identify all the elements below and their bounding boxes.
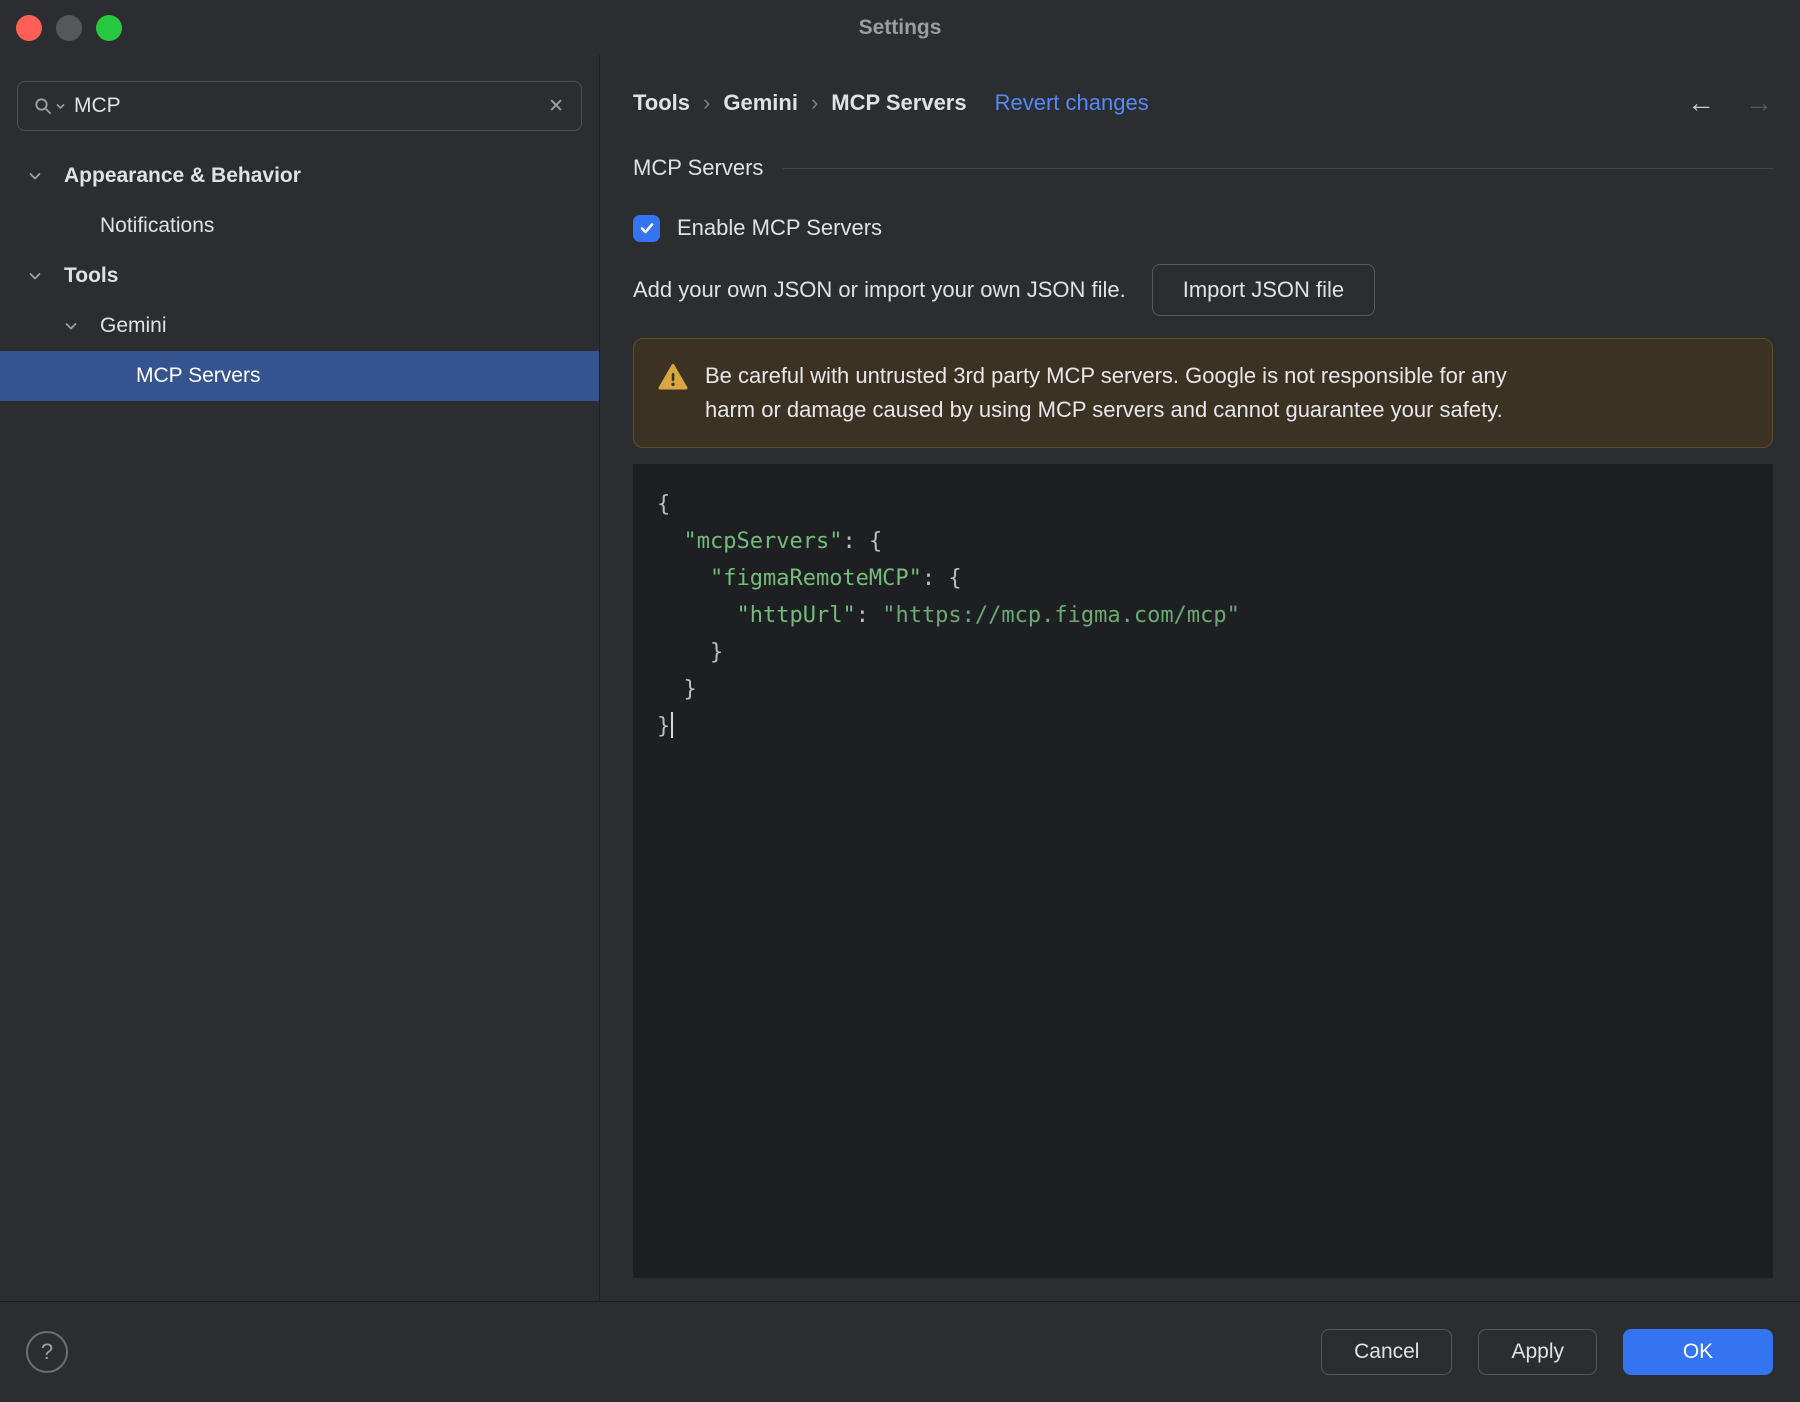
traffic-lights	[16, 0, 122, 55]
tree-item-mcp-servers[interactable]: MCP Servers	[0, 351, 599, 401]
search-box[interactable]: ✕	[17, 81, 582, 131]
code-line: {	[657, 492, 671, 517]
minimize-window-button[interactable]	[56, 14, 82, 41]
tree-item-label: MCP Servers	[136, 364, 261, 387]
warning-text: Be careful with untrusted 3rd party MCP …	[705, 363, 1507, 422]
chevron-down-icon[interactable]	[26, 267, 64, 285]
zoom-window-button[interactable]	[96, 14, 122, 41]
window-title: Settings	[858, 15, 942, 39]
cancel-button[interactable]: Cancel	[1321, 1329, 1453, 1375]
enable-mcp-label[interactable]: Enable MCP Servers	[677, 215, 882, 241]
import-json-button[interactable]: Import JSON file	[1151, 264, 1376, 316]
search-icon[interactable]	[33, 96, 65, 116]
help-button[interactable]: ?	[26, 1331, 68, 1373]
enable-mcp-checkbox[interactable]	[633, 214, 660, 242]
code-line: "figmaRemoteMCP": {	[709, 566, 962, 591]
apply-button[interactable]: Apply	[1478, 1329, 1597, 1375]
breadcrumb-item[interactable]: Gemini	[723, 90, 798, 116]
breadcrumb-item[interactable]: Tools	[633, 90, 690, 116]
chevron-down-icon[interactable]	[26, 167, 64, 185]
tree-item-gemini[interactable]: Gemini	[0, 301, 599, 351]
code-line: }	[657, 708, 1749, 745]
footer-buttons: Cancel Apply OK	[1321, 1329, 1773, 1375]
editor-content: { "mcpServers": { "figmaRemoteMCP": { "h…	[633, 464, 1773, 767]
footer-bar: ? Cancel Apply OK	[0, 1301, 1800, 1402]
history-nav: ← →	[1687, 87, 1773, 119]
section-divider	[783, 167, 1773, 169]
clear-search-icon[interactable]: ✕	[546, 95, 566, 118]
code-line: "httpUrl": "https://mcp.figma.com/mcp"	[736, 603, 1240, 628]
text-caret	[671, 712, 674, 738]
tree-item-label: Notifications	[100, 214, 215, 237]
search-input[interactable]	[74, 94, 538, 118]
code-line: "mcpServers": {	[683, 529, 883, 554]
warning-banner: Be careful with untrusted 3rd party MCP …	[633, 338, 1773, 448]
tree-item-notifications[interactable]: Notifications	[0, 201, 599, 251]
code-line: }	[657, 677, 697, 702]
breadcrumb-item[interactable]: MCP Servers	[831, 90, 966, 116]
code-line: }	[657, 640, 724, 665]
back-icon[interactable]: ←	[1687, 87, 1715, 119]
close-window-button[interactable]	[16, 14, 42, 41]
breadcrumb-items: Tools › Gemini › MCP Servers	[633, 90, 967, 116]
titlebar: Settings	[0, 0, 1800, 55]
tree-item-label: Appearance & Behavior	[64, 164, 301, 187]
ok-button[interactable]: OK	[1623, 1329, 1773, 1375]
tree-item-label: Tools	[64, 264, 119, 287]
settings-sidebar: ✕ Appearance & Behavior Notifications Tool…	[0, 55, 600, 1301]
enable-mcp-row: Enable MCP Servers	[633, 208, 1773, 248]
forward-icon[interactable]: →	[1745, 87, 1773, 119]
breadcrumb-separator-icon: ›	[703, 90, 711, 115]
section-title: MCP Servers	[633, 155, 764, 180]
import-hint-text: Add your own JSON or import your own JSO…	[633, 277, 1126, 302]
warning-icon	[658, 363, 688, 396]
chevron-down-icon[interactable]	[62, 317, 100, 335]
search-options-chevron-icon	[56, 103, 65, 109]
tree-item-tools[interactable]: Tools	[0, 251, 599, 301]
breadcrumb: Tools › Gemini › MCP Servers Revert changes …	[633, 78, 1773, 128]
import-row: Add your own JSON or import your own JSO…	[633, 264, 1773, 316]
settings-tree: Appearance & Behavior Notifications Tools G…	[0, 151, 599, 401]
tree-item-label: Gemini	[100, 314, 167, 337]
section-header: MCP Servers	[633, 148, 1773, 188]
revert-changes-link[interactable]: Revert changes	[995, 90, 1149, 116]
settings-window: Settings ✕ Appearance & Behavior Notifica…	[0, 0, 1800, 1402]
checkmark-icon	[640, 223, 653, 234]
mcp-json-editor[interactable]: { "mcpServers": { "figmaRemoteMCP": { "h…	[633, 464, 1773, 1278]
mcp-servers-panel: Tools › Gemini › MCP Servers Revert changes …	[600, 55, 1800, 1301]
tree-item-appearance-behavior[interactable]: Appearance & Behavior	[0, 151, 599, 201]
breadcrumb-separator-icon: ›	[810, 90, 819, 115]
